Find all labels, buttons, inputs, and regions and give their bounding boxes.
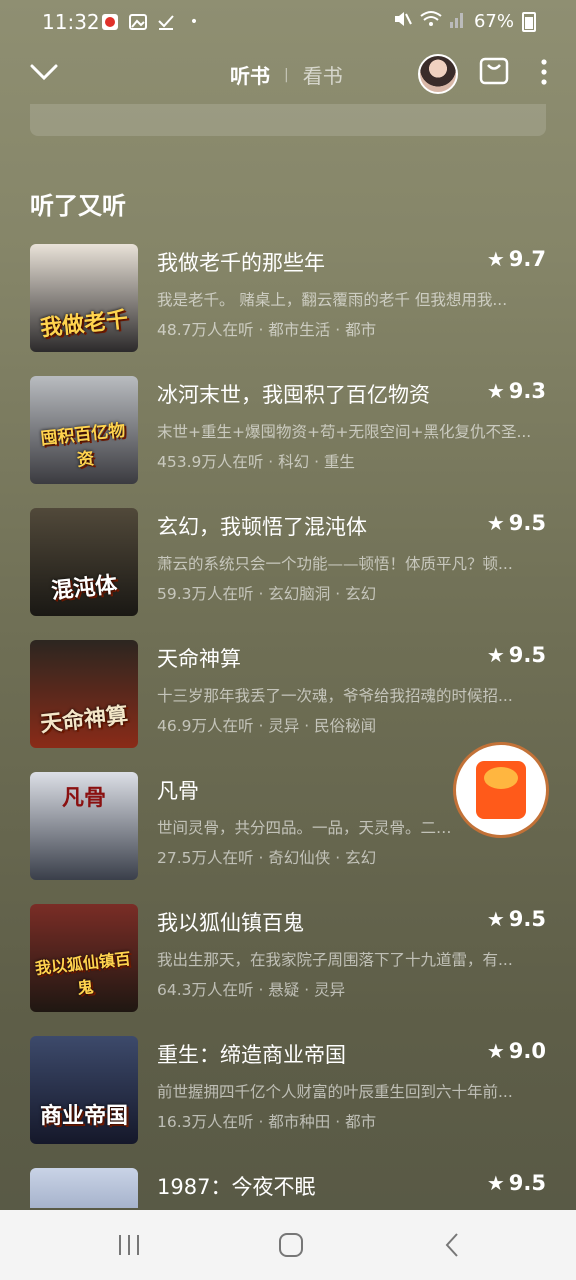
book-title: 冰河末世，我囤积了百亿物资 [157,383,430,407]
book-meta: 48.7万人在听 · 都市生活 · 都市 [157,321,377,339]
book-title: 天命神算 [157,647,241,671]
dot-icon: • [189,14,199,30]
tabs: 听书 | 看书 [230,60,343,89]
book-cover: 混沌体 [30,508,138,616]
home-icon[interactable] [278,1232,304,1258]
book-meta: 64.3万人在听 · 悬疑 · 灵异 [157,981,346,999]
cover-title: 我以狐仙镇百鬼 [34,949,132,998]
book-desc: 我出生那天，在我家院子周围落下了十九道雷，有... [157,951,513,969]
book-title: 重生：缔造商业帝国 [157,1043,346,1067]
mute-icon [392,10,412,33]
star-icon: ★ [486,643,505,667]
list-item[interactable]: 混沌体 玄幻，我顿悟了混沌体 ★ 9.5 萧云的系统只会一个功能——顿悟！体质平凡… [0,508,576,618]
rating-value: 9.0 [508,1039,546,1063]
book-meta: 46.9万人在听 · 灵异 · 民俗秘闻 [157,717,377,735]
cover-title: 凡骨 [61,786,106,811]
avatar[interactable] [418,54,458,94]
book-cover: 我以狐仙镇百鬼 [30,904,138,1012]
signal-icon [449,10,466,33]
search-strip[interactable] [30,104,546,136]
book-rating: ★ 9.7 [487,247,546,271]
top-nav: 听书 | 看书 [0,46,576,102]
star-icon: ★ [486,1039,505,1063]
list-item[interactable]: 1987：今夜不眠 ★ 9.5 [0,1168,576,1208]
battery-text: 67% [473,11,514,32]
book-rating: ★ 9.5 [487,643,546,667]
cover-title: 混沌体 [50,572,119,605]
book-desc: 萧云的系统只会一个功能——顿悟！体质平凡？顿... [157,555,513,573]
rating-value: 9.5 [508,643,546,667]
system-nav-bar [0,1210,576,1280]
rating-value: 9.5 [508,907,546,931]
list-item[interactable]: 天命神算 天命神算 ★ 9.5 十三岁那年我丢了一次魂，爷爷给我招魂的时候招...… [0,640,576,750]
book-desc: 十三岁那年我丢了一次魂，爷爷给我招魂的时候招... [157,687,513,705]
list-item[interactable]: 囤积百亿物资 冰河末世，我囤积了百亿物资 ★ 9.3 末世+重生+爆囤物资+苟+无… [0,376,576,486]
book-rating: ★ 9.0 [487,1039,546,1063]
app-notification-icon [100,12,120,32]
book-desc: 世间灵骨，共分四品。一品，天灵骨。二品... [157,819,457,837]
star-icon: ★ [486,907,505,931]
back-icon[interactable] [440,1232,466,1258]
book-cover: 囤积百亿物资 [30,376,138,484]
book-title: 我以狐仙镇百鬼 [157,911,304,935]
book-title: 我做老千的那些年 [157,251,325,275]
book-meta: 27.5万人在听 · 奇幻仙侠 · 玄幻 [157,849,377,867]
book-cover: 我做老千 [30,244,138,352]
coin-icon [484,767,518,789]
book-meta: 16.3万人在听 · 都市种田 · 都市 [157,1113,377,1131]
list-item[interactable]: 我以狐仙镇百鬼 我以狐仙镇百鬼 ★ 9.5 我出生那天，在我家院子周围落下了十九道… [0,904,576,1014]
star-icon: ★ [486,1171,505,1195]
recent-apps-icon[interactable] [116,1232,142,1258]
wifi-icon [420,10,442,33]
book-rating: ★ 9.3 [487,379,546,403]
status-bar: 11:32 • 67% [0,0,576,46]
more-icon[interactable] [532,56,556,88]
book-title: 凡骨 [157,779,199,803]
book-cover: 商业帝国 [30,1036,138,1144]
book-desc: 末世+重生+爆囤物资+苟+无限空间+黑化复仇不圣... [157,423,532,441]
cover-title: 商业帝国 [39,1104,128,1129]
book-title: 1987：今夜不眠 [157,1175,316,1199]
list-item[interactable]: 我做老千 我做老千的那些年 ★ 9.7 我是老千。 赌桌上，翻云覆雨的老千 但我想… [0,244,576,354]
tab-read[interactable]: 看书 [303,60,343,89]
bookshelf-bag-icon[interactable] [478,54,510,86]
tab-separator: | [284,66,289,83]
book-rating: ★ 9.5 [487,907,546,931]
book-meta: 453.9万人在听 · 科幻 · 重生 [157,453,355,471]
tab-listen[interactable]: 听书 [230,60,270,89]
book-title: 玄幻，我顿悟了混沌体 [157,515,367,539]
check-icon [156,12,176,32]
book-rating: ★ 9.5 [487,511,546,535]
notification-icons: • [100,12,204,32]
system-status: 67% [392,10,536,33]
book-desc: 前世握拥四千亿个人财富的叶辰重生回到六十年前... [157,1083,513,1101]
star-icon: ★ [486,247,505,271]
book-cover [30,1168,138,1208]
book-cover: 凡骨 [30,772,138,880]
book-rating: ★ 9.5 [487,1171,546,1195]
book-meta: 59.3万人在听 · 玄幻脑洞 · 玄幻 [157,585,377,603]
red-packet-icon [476,761,526,819]
book-cover: 天命神算 [30,640,138,748]
star-icon: ★ [486,511,505,535]
image-icon [128,12,148,32]
chevron-down-icon[interactable] [28,56,60,88]
rating-value: 9.5 [508,511,546,535]
red-packet-button[interactable] [456,745,546,835]
section-title: 听了又听 [30,192,126,220]
rating-value: 9.7 [508,247,546,271]
star-icon: ★ [486,379,505,403]
rating-value: 9.5 [508,1171,546,1195]
cover-title: 天命神算 [39,703,130,738]
book-desc: 我是老千。 赌桌上，翻云覆雨的老千 但我想用我... [157,291,508,309]
battery-icon [522,11,536,32]
rating-value: 9.3 [508,379,546,403]
cover-title: 我做老千 [39,307,130,342]
list-item[interactable]: 商业帝国 重生：缔造商业帝国 ★ 9.0 前世握拥四千亿个人财富的叶辰重生回到六十… [0,1036,576,1146]
status-time: 11:32 [42,10,100,34]
cover-title: 囤积百亿物资 [39,420,127,471]
